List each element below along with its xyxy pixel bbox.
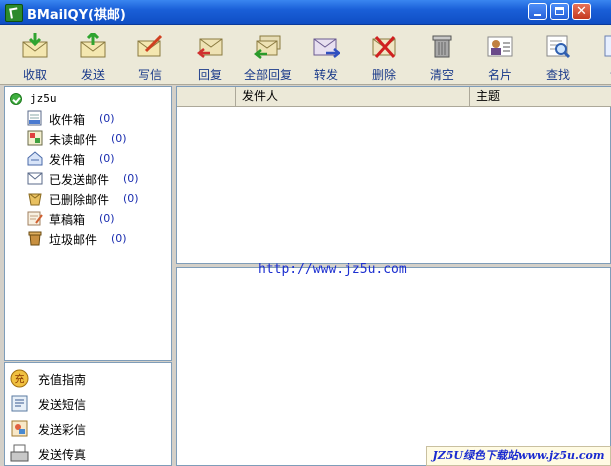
toolbar: 收取 发送 写信 回复 全部回复 转发 删除 清空 名片 查找 [0,25,611,85]
forward-button[interactable]: 转发 [298,29,354,82]
reply-all-label: 全部回复 [243,68,292,82]
folder-count: (0) [99,112,115,125]
service-label: 充值指南 [38,373,87,387]
send-mail-icon [80,33,106,58]
preview-link[interactable]: http://www.jz5u.com [258,262,407,277]
delete-label: 删除 [371,68,396,82]
folder-count: (0) [99,212,115,225]
fax-icon [10,444,29,462]
sent-mail-icon [27,172,43,185]
deleted-mail-icon [28,193,42,206]
junk-mail-icon [28,231,42,246]
settings-icon [604,35,611,57]
folder-count: (0) [111,232,127,245]
svg-text:充: 充 [15,373,25,386]
column-header-subject[interactable]: 主题 [470,87,611,106]
inbox-icon [27,110,42,126]
reply-button[interactable]: 回复 [182,29,238,82]
folder-label: 已删除邮件 [49,193,110,207]
receive-button[interactable]: 收取 [7,29,63,82]
trash-can-icon [432,35,452,58]
services-panel: 充 充值指南 发送短信 发送彩信 发送传真 [4,362,172,466]
folder-label: 已发送邮件 [49,173,110,187]
unread-mail-icon [27,130,43,146]
maximize-button[interactable] [550,3,569,20]
settings-label: 设 [588,66,611,81]
outbox-icon [27,151,43,166]
column-header-sender[interactable]: 发件人 [236,87,470,106]
title-bar[interactable]: BMailQY(祺邮) ✕ [0,0,611,25]
close-icon: ✕ [576,4,587,19]
service-label: 发送传真 [38,448,87,462]
reply-all-button[interactable]: 全部回复 [240,29,296,82]
folder-label: 垃圾邮件 [49,233,98,247]
folder-count: (0) [111,132,127,145]
folder-label: 收件箱 [49,113,86,127]
compose-icon [137,34,163,57]
window-title: BMailQY(祺邮) [27,8,126,23]
business-card-button[interactable]: 名片 [472,29,528,82]
message-list[interactable]: 发件人 主题 [176,86,611,264]
message-list-header: 发件人 主题 [177,87,611,107]
empty-button[interactable]: 清空 [414,29,470,82]
folder-count: (0) [123,172,139,185]
maximize-icon [555,7,564,15]
send-label: 发送 [80,68,105,82]
folder-label: 草稿箱 [49,213,86,227]
folder-tree[interactable]: jz5u 收件箱 (0) 未读邮件 (0) 发件箱 (0) 已发送邮件 (0) … [4,86,172,361]
delete-button[interactable]: 删除 [356,29,412,82]
mms-icon [11,420,28,437]
column-header-flags[interactable] [177,87,236,106]
folder-count: (0) [123,192,139,205]
receive-mail-icon [22,33,48,58]
drafts-icon [27,211,43,226]
minimize-button[interactable] [528,3,547,20]
account-check-icon [10,93,22,105]
receive-label: 收取 [22,68,47,82]
reply-icon [196,38,223,58]
sms-icon [11,395,28,412]
folder-count: (0) [99,152,115,165]
recharge-icon: 充 [10,369,29,388]
service-label: 发送彩信 [38,423,87,437]
service-label: 发送短信 [38,398,87,412]
forward-icon [313,38,340,58]
find-icon [546,35,571,59]
empty-label: 清空 [429,68,454,82]
settings-button[interactable]: 设 [588,29,611,81]
send-button[interactable]: 发送 [65,29,121,82]
compose-button[interactable]: 写信 [122,29,178,82]
forward-label: 转发 [313,68,338,82]
business-card-label: 名片 [487,68,512,82]
business-card-icon [487,36,513,57]
reply-label: 回复 [197,68,222,82]
close-button[interactable]: ✕ [572,3,591,20]
find-label: 查找 [545,68,570,82]
minimize-icon [534,14,541,16]
watermark-banner: JZ5U绿色下载站www.jz5u.com [426,446,611,466]
folder-label: 发件箱 [49,153,86,167]
reply-all-icon [254,35,281,59]
compose-label: 写信 [137,68,162,82]
find-button[interactable]: 查找 [530,29,586,82]
preview-pane[interactable]: http://www.jz5u.com [176,262,611,466]
folder-label: 未读邮件 [49,133,98,147]
app-logo-icon [5,4,23,22]
account-label: jz5u [30,92,57,105]
delete-icon [372,35,396,59]
